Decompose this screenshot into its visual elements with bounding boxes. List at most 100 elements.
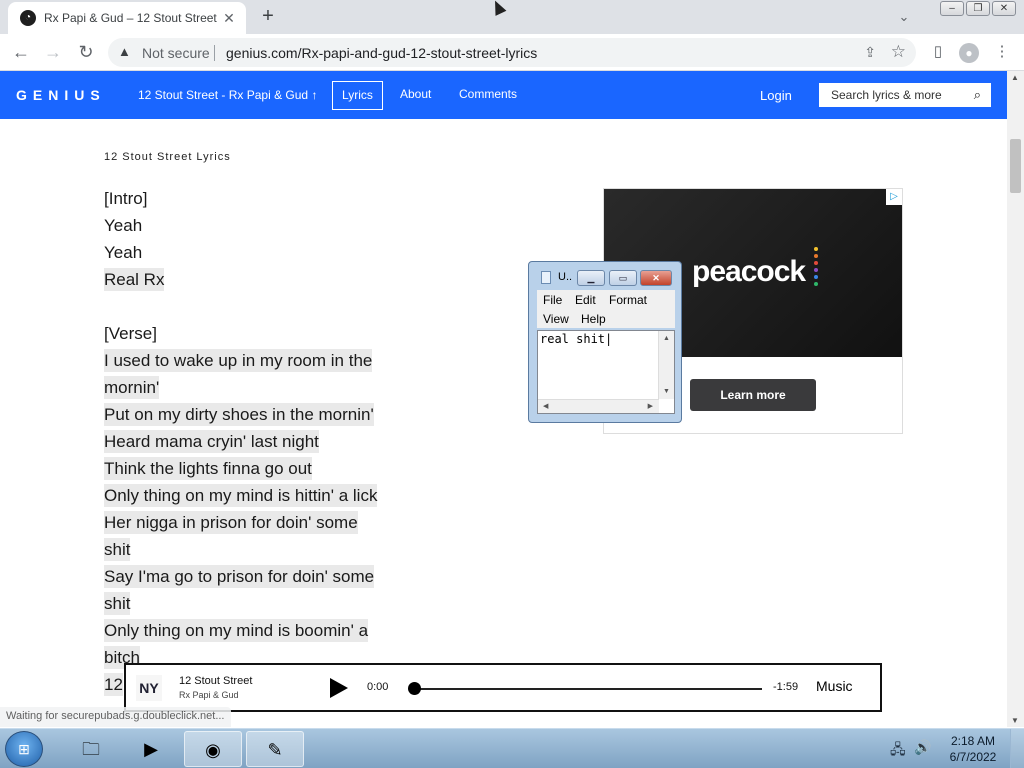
lyrics-line[interactable]: Real Rx <box>104 266 404 293</box>
tab-lyrics[interactable]: Lyrics <box>332 81 383 110</box>
peacock-dot <box>814 261 818 265</box>
tab-comments[interactable]: Comments <box>450 81 526 110</box>
notepad-minimize-button[interactable]: ▁ <box>577 270 605 286</box>
notepad-vertical-scrollbar[interactable]: ▲ ▼ <box>658 331 674 399</box>
notepad-taskbar-button[interactable]: ✎ <box>246 731 304 767</box>
reload-button[interactable]: ↻ <box>74 40 98 64</box>
warning-icon[interactable]: ▲ <box>118 44 131 59</box>
lyrics-line[interactable]: Heard mama cryin' last night <box>104 428 404 455</box>
lyrics-line[interactable]: Only thing on my mind is boomin' a <box>104 617 404 644</box>
peacock-dot <box>814 268 818 272</box>
notepad-window[interactable]: U.. ▁ ▭ ✕ File Edit Format View Help rea… <box>528 261 682 423</box>
notepad-menubar: File Edit Format View Help <box>537 290 675 328</box>
lyrics-line[interactable]: shit <box>104 590 404 617</box>
lyrics-stanza-gap <box>104 293 404 320</box>
lyrics-line-text: Her nigga in prison for doin' some <box>104 511 358 534</box>
login-link[interactable]: Login <box>760 88 792 103</box>
lyrics-line[interactable]: mornin' <box>104 374 404 401</box>
back-button[interactable]: ← <box>9 40 33 64</box>
show-desktop-button[interactable] <box>1010 729 1024 768</box>
tab-strip: ◔ Rx Papi & Gud – 12 Stout Street ✕ + ⌄ … <box>0 0 1024 34</box>
close-window-button[interactable]: ✕ <box>992 1 1016 16</box>
start-button[interactable]: ⊞ <box>5 731 43 767</box>
notepad-title: U.. <box>558 271 573 283</box>
notepad-titlebar[interactable]: U.. ▁ ▭ ✕ <box>529 262 681 290</box>
notepad-horizontal-scrollbar[interactable]: ◀ ▶ <box>538 399 659 413</box>
scroll-down-icon[interactable]: ▼ <box>663 388 670 395</box>
lyrics-line[interactable]: Put on my dirty shoes in the mornin' <box>104 401 404 428</box>
system-clock[interactable]: 2:18 AM 6/7/2022 <box>944 733 1002 765</box>
notepad-maximize-button[interactable]: ▭ <box>609 270 637 286</box>
progress-knob[interactable] <box>408 682 421 695</box>
scroll-left-icon[interactable]: ◀ <box>543 402 548 410</box>
search-icon[interactable]: ⌕ <box>974 83 981 107</box>
tab-close-icon[interactable]: ✕ <box>220 9 238 27</box>
genius-header: GENIUS 12 Stout Street - Rx Papi & Gud ↑… <box>0 71 1007 119</box>
lyrics-line[interactable]: shit <box>104 536 404 563</box>
peacock-dot <box>814 254 818 258</box>
menu-file[interactable]: File <box>543 293 562 307</box>
tab-title: Rx Papi & Gud – 12 Stout Street <box>44 11 217 25</box>
adchoices-icon[interactable]: ▷ <box>886 189 902 205</box>
profile-avatar-icon[interactable]: ● <box>959 43 979 63</box>
lyrics-line-text: Real Rx <box>104 268 165 291</box>
scroll-right-icon[interactable]: ▶ <box>648 402 653 410</box>
lyrics-line-text: I used to wake up in my room in the <box>104 349 373 372</box>
play-icon[interactable] <box>330 678 348 698</box>
media-player-taskbar-button[interactable]: ▶ <box>122 731 180 767</box>
lyrics-line-text: shit <box>104 592 131 615</box>
share-icon[interactable]: ⇪ <box>864 44 876 61</box>
address-bar[interactable]: ▲ Not secure genius.com/Rx-papi-and-gud-… <box>108 38 916 67</box>
lyrics-line[interactable]: Say I'ma go to prison for doin' some <box>104 563 404 590</box>
tab-about[interactable]: About <box>391 81 440 110</box>
tab-search-icon[interactable]: ⌄ <box>894 7 914 27</box>
lyrics-line: Yeah <box>104 212 404 239</box>
genius-logo[interactable]: GENIUS <box>16 87 106 103</box>
scroll-thumb[interactable] <box>1010 139 1021 193</box>
lyrics-line[interactable]: Her nigga in prison for doin' some <box>104 509 404 536</box>
menu-view[interactable]: View <box>543 312 569 326</box>
menu-edit[interactable]: Edit <box>575 293 596 307</box>
learn-more-button[interactable]: Learn more <box>690 379 816 411</box>
lyrics-line-text: [Verse] <box>104 324 157 343</box>
lyrics-line-text: Yeah <box>104 216 143 235</box>
scroll-up-icon[interactable]: ▲ <box>663 335 670 342</box>
lyrics-line-text: Yeah <box>104 243 143 262</box>
url-text[interactable]: genius.com/Rx-papi-and-gud-12-stout-stre… <box>226 45 537 61</box>
security-label[interactable]: Not secure <box>142 45 210 61</box>
network-icon[interactable]: 🖧 <box>890 739 906 763</box>
lyrics-line[interactable]: Think the lights finna go out <box>104 455 404 482</box>
lyrics-line[interactable]: I used to wake up in my room in the <box>104 347 404 374</box>
lyrics-line-text: shit <box>104 538 131 561</box>
menu-help[interactable]: Help <box>581 312 606 326</box>
search-input[interactable]: Search lyrics & more ⌕ <box>819 83 991 107</box>
peacock-logo: peacock <box>692 255 806 288</box>
genius-favicon-icon: ◔ <box>20 10 36 26</box>
explorer-taskbar-button[interactable]: 🗀 <box>62 731 120 767</box>
scroll-up-icon[interactable]: ▲ <box>1011 73 1019 82</box>
player-song-title: 12 Stout Street <box>179 675 253 687</box>
lyrics-line-text: Say I'ma go to prison for doin' some <box>104 565 375 588</box>
forward-button[interactable]: → <box>41 40 65 64</box>
restore-button[interactable]: ❐ <box>966 1 990 16</box>
new-tab-button[interactable]: + <box>256 5 280 29</box>
menu-format[interactable]: Format <box>609 293 647 307</box>
progress-track[interactable] <box>412 688 762 690</box>
notepad-text-area[interactable]: real shit| ▲ ▼ ◀ ▶ <box>537 330 675 414</box>
lyrics-line[interactable]: Only thing on my mind is hittin' a lick <box>104 482 404 509</box>
lyrics-line-text: Think the lights finna go out <box>104 457 312 480</box>
song-title-link[interactable]: 12 Stout Street - Rx Papi & Gud ↑ <box>138 88 317 102</box>
clock-date: 6/7/2022 <box>949 750 997 764</box>
chrome-menu-icon[interactable]: ⋮ <box>990 40 1014 64</box>
scroll-down-icon[interactable]: ▼ <box>1011 716 1019 725</box>
side-panel-icon[interactable]: ▯ <box>926 40 950 64</box>
bookmark-star-icon[interactable]: ☆ <box>891 42 906 62</box>
minimize-button[interactable]: – <box>940 1 964 16</box>
volume-icon[interactable]: 🔊 <box>914 739 931 756</box>
browser-tab[interactable]: ◔ Rx Papi & Gud – 12 Stout Street ✕ <box>8 2 246 34</box>
chrome-taskbar-button[interactable]: ◉ <box>184 731 242 767</box>
peacock-dot <box>814 247 818 251</box>
page-scrollbar[interactable]: ▲ ▼ <box>1007 71 1024 727</box>
apple-music-player: NY 12 Stout Street Rx Papi & Gud 0:00 -1… <box>124 663 882 712</box>
notepad-close-button[interactable]: ✕ <box>640 270 672 286</box>
